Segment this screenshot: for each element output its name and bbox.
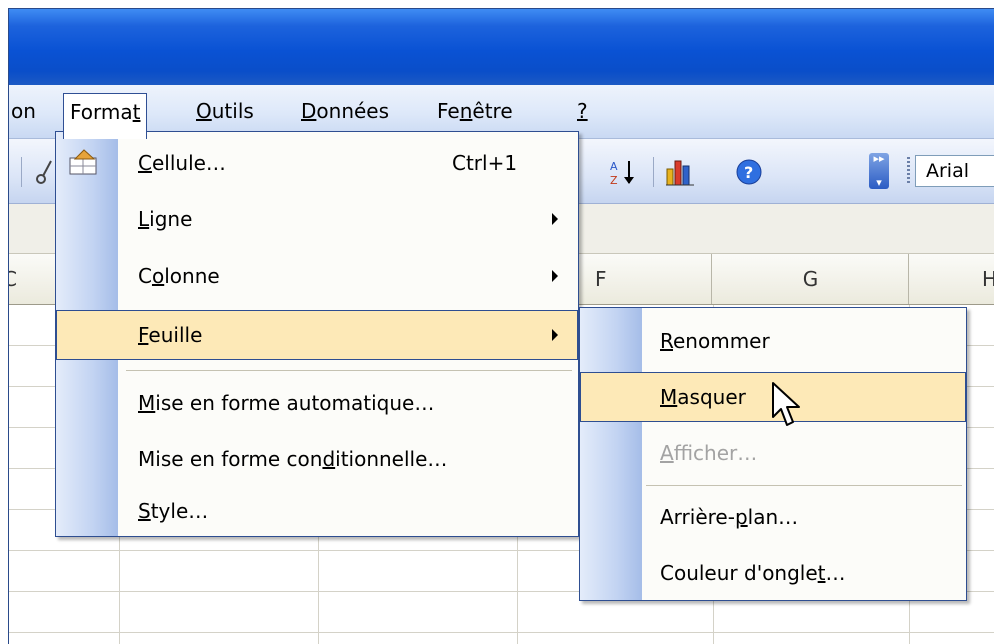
help-icon[interactable]: ?	[733, 157, 765, 187]
menu-item-label: Cellule…	[138, 151, 226, 175]
menu-item-label: Style…	[138, 499, 209, 523]
menu-item-arriere-plan[interactable]: Arrière-plan…	[580, 492, 966, 542]
access-key: ?	[577, 99, 588, 123]
format-menu: Cellule… Ctrl+1 Ligne Colonne Feuille Mi…	[55, 131, 579, 537]
menu-label: Forma	[70, 100, 133, 124]
menu-separator	[126, 370, 572, 371]
menu-item-label: Feuille	[138, 323, 203, 347]
toolbar-separator	[21, 157, 22, 187]
submenu-arrow-icon	[552, 213, 558, 225]
toolbar-separator	[653, 157, 654, 187]
access-key: t	[132, 100, 141, 124]
submenu-arrow-icon	[552, 270, 558, 282]
menu-label: utils	[211, 99, 254, 123]
menu-item-ligne[interactable]: Ligne	[56, 194, 578, 244]
sheet-submenu: Renommer Masquer Afficher… Arrière-plan……	[579, 307, 967, 601]
menu-donnees[interactable]: Données	[295, 96, 395, 126]
format-cells-icon	[69, 149, 99, 180]
menu-label: onnées	[316, 99, 390, 123]
access-key: n	[459, 99, 473, 123]
menu-item-label: Renommer	[660, 329, 770, 353]
svg-text:Z: Z	[610, 174, 618, 187]
menu-item-colonne[interactable]: Colonne	[56, 251, 578, 301]
row-line	[9, 632, 994, 633]
menu-item-label: Arrière-plan…	[660, 505, 799, 529]
mouse-pointer-icon	[771, 381, 805, 436]
sort-ascending-icon[interactable]: AZ	[607, 157, 637, 187]
menu-help[interactable]: ?	[571, 96, 594, 126]
menu-item-label: Mise en forme automatique…	[138, 391, 435, 415]
menu-item-label: Masquer	[660, 385, 746, 409]
menu-separator	[646, 485, 962, 486]
menu-item-label: Afficher…	[660, 441, 758, 465]
menu-item-label: Colonne	[138, 264, 220, 288]
font-name-box[interactable]: Arial	[915, 155, 994, 187]
menu-item-renommer[interactable]: Renommer	[580, 316, 966, 366]
menu-item-couleur-onglet[interactable]: Couleur d'onglet…	[580, 548, 966, 598]
menu-fenetre[interactable]: Fenêtre	[431, 96, 519, 126]
menu-item-mise-en-forme-auto[interactable]: Mise en forme automatique…	[56, 378, 578, 428]
menu-label: être	[472, 99, 513, 123]
menu-item-label: Couleur d'onglet…	[660, 561, 846, 585]
access-key: D	[301, 99, 317, 123]
menu-item-label: Ligne	[138, 207, 193, 231]
menu-item-mise-en-forme-cond[interactable]: Mise en forme conditionnelle…	[56, 434, 578, 484]
svg-text:?: ?	[744, 163, 753, 182]
excel-window: on Format Outils Données Fenêtre ? AZ ? …	[8, 8, 994, 644]
menu-format[interactable]: Format	[63, 93, 148, 139]
submenu-arrow-icon	[552, 329, 558, 341]
menu-outils[interactable]: Outils	[190, 96, 260, 126]
svg-text:A: A	[610, 160, 618, 173]
toolbar-grip[interactable]	[907, 157, 910, 185]
column-header-h[interactable]: H	[909, 254, 994, 304]
menu-item-cellule[interactable]: Cellule… Ctrl+1	[56, 138, 578, 188]
menu-item-feuille[interactable]: Feuille	[56, 310, 578, 360]
chart-wizard-icon[interactable]	[663, 157, 699, 187]
title-bar	[9, 9, 994, 85]
toolbar-options-icon[interactable]: ▸▸ ▾	[869, 153, 889, 189]
shortcut-text: Ctrl+1	[452, 151, 518, 175]
menu-insertion[interactable]: on	[9, 96, 42, 126]
column-header-g[interactable]: G	[713, 254, 909, 304]
menu-label: on	[11, 99, 36, 123]
menu-item-label: Mise en forme conditionnelle…	[138, 447, 448, 471]
menu-item-style[interactable]: Style…	[56, 488, 578, 534]
menu-label: Fe	[437, 99, 460, 123]
access-key: O	[196, 99, 212, 123]
